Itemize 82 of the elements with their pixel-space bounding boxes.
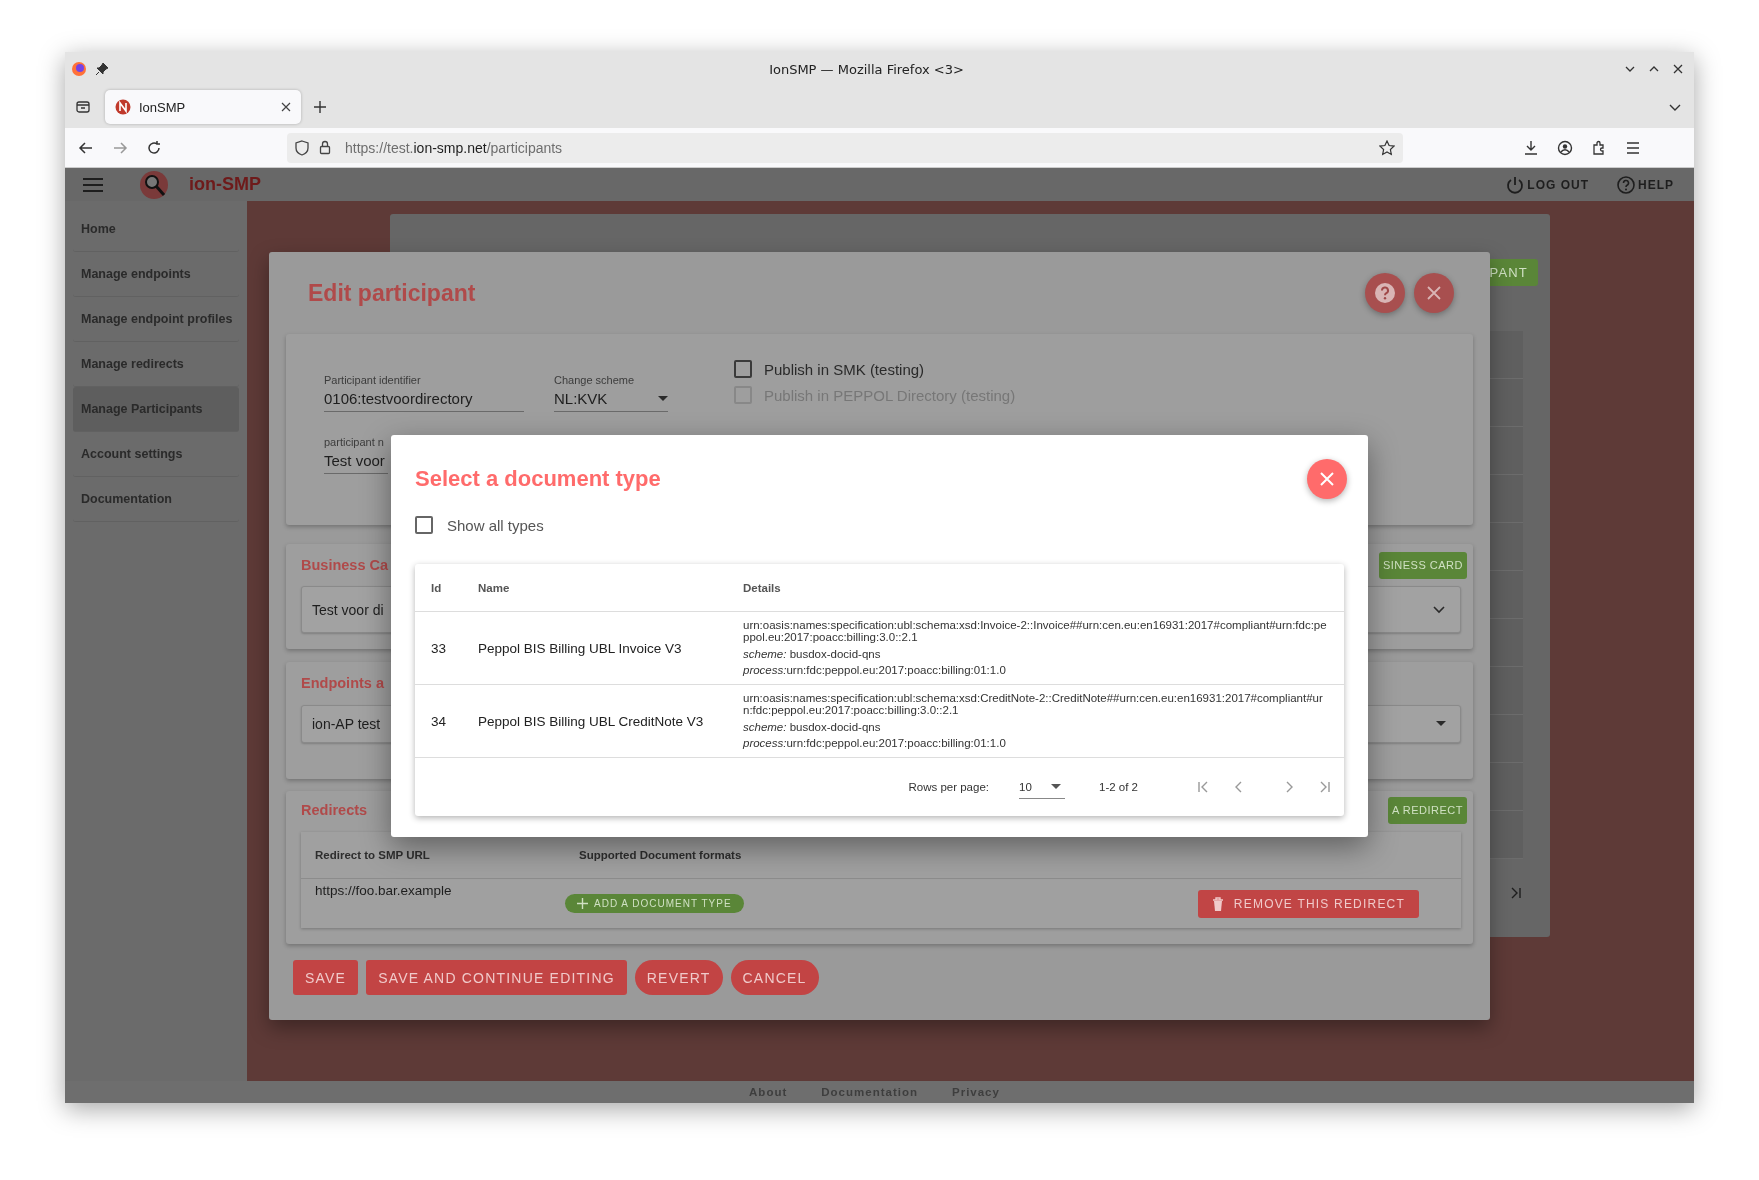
shield-icon bbox=[295, 139, 309, 156]
section-title: Endpoints a bbox=[301, 675, 384, 691]
tab-list-icon[interactable] bbox=[75, 99, 91, 115]
puzzle-icon[interactable] bbox=[1591, 139, 1607, 156]
scheme-select[interactable]: Change scheme NL:KVK bbox=[554, 374, 668, 412]
address-bar[interactable]: https://test.ion-smp.net/participants bbox=[287, 132, 1403, 163]
power-icon bbox=[1506, 175, 1525, 194]
dropdown-icon bbox=[658, 395, 668, 402]
action-button[interactable]: CANCEL bbox=[730, 960, 819, 995]
help-icon bbox=[1617, 175, 1635, 194]
detail-text: scheme: busdox-docid-qns bbox=[743, 646, 882, 662]
download-icon[interactable] bbox=[1523, 139, 1539, 156]
checkbox-option[interactable]: Publish in SMK (testing) bbox=[734, 360, 1016, 378]
back-arrow-icon[interactable] bbox=[78, 139, 94, 156]
close-icon bbox=[1319, 471, 1335, 487]
column-header: Details bbox=[743, 581, 782, 594]
plus-icon[interactable] bbox=[313, 100, 327, 114]
action-button[interactable]: SAVE AND CONTINUE EDITING bbox=[366, 960, 627, 995]
page-range: 1-2 of 2 bbox=[1099, 781, 1138, 793]
header-button[interactable]: HELP bbox=[1613, 175, 1678, 194]
close-icon[interactable] bbox=[1672, 63, 1684, 75]
detail-text: process:urn:fdc:peppol.eu:2017:poacc:billing:01:1.0 bbox=[743, 735, 1007, 751]
identifier-field[interactable]: Participant identifier 0106:testvoordirectory bbox=[324, 374, 524, 412]
app-name: ion-SMP bbox=[189, 174, 261, 195]
sidebar-item[interactable]: Documentation bbox=[73, 477, 239, 522]
add-button[interactable]: A REDIRECT bbox=[1388, 796, 1467, 824]
chevron-down-icon bbox=[1432, 604, 1446, 615]
last-page-icon[interactable] bbox=[1318, 780, 1332, 794]
dropdown-icon bbox=[1436, 721, 1446, 727]
account-icon[interactable] bbox=[1557, 139, 1573, 156]
table-cell-text: https://foo.bar.example bbox=[314, 882, 453, 898]
table-cell-text: Peppol BIS Billing UBL CreditNote V3 bbox=[478, 713, 705, 729]
column-header: Supported Document formats bbox=[579, 849, 742, 861]
help-button[interactable] bbox=[1365, 273, 1405, 313]
site-logo-icon bbox=[115, 99, 131, 115]
pin-icon[interactable] bbox=[95, 62, 109, 76]
detail-text: urn:oasis:names:specification:ubl:schema:xsd:Invoice-2::Invoice##urn:cen.eu:en16931:2017#compliant#urn:fdc:peppol.eu:2017:poacc:billing:3.0::2.1 bbox=[743, 618, 1328, 643]
sidebar-item[interactable]: Manage endpoints bbox=[73, 252, 239, 297]
column-header: Id bbox=[430, 581, 443, 594]
detail-text: process:urn:fdc:peppol.eu:2017:poacc:billing:01:1.0 bbox=[743, 662, 1007, 678]
action-button[interactable]: SAVE bbox=[293, 960, 359, 995]
close-icon bbox=[1426, 285, 1442, 301]
menu-icon[interactable] bbox=[83, 177, 103, 192]
table-cell-text: 34 bbox=[430, 713, 448, 729]
star-icon[interactable] bbox=[1379, 139, 1395, 156]
column-header: Name bbox=[478, 581, 511, 594]
name-field[interactable]: participant n Test voor bbox=[324, 436, 388, 474]
table-cell-text: Peppol BIS Billing UBL Invoice V3 bbox=[478, 640, 683, 656]
plus-icon bbox=[577, 898, 588, 909]
add-button[interactable]: SINESS CARD bbox=[1378, 551, 1467, 579]
last-page-icon[interactable] bbox=[1509, 886, 1523, 900]
close-button[interactable] bbox=[1307, 459, 1347, 499]
lock-icon bbox=[319, 140, 331, 155]
close-icon[interactable] bbox=[281, 102, 291, 112]
rows-per-page-select[interactable]: 10 bbox=[1019, 775, 1065, 799]
show-all-checkbox[interactable]: Show all types bbox=[415, 516, 544, 534]
action-button[interactable]: REVERT bbox=[634, 960, 723, 995]
remove-redirect-button[interactable]: REMOVE THIS REDIRECT bbox=[1197, 889, 1419, 918]
menu-icon[interactable] bbox=[1625, 139, 1641, 156]
sidebar-item[interactable]: Account settings bbox=[73, 432, 239, 477]
logo-icon bbox=[139, 169, 169, 200]
trash-icon bbox=[1211, 896, 1224, 911]
browser-tab[interactable]: IonSMP bbox=[105, 90, 301, 124]
sidebar-item[interactable]: Manage endpoint profiles bbox=[73, 297, 239, 342]
reload-icon[interactable] bbox=[146, 139, 162, 156]
firefox-logo-icon bbox=[71, 61, 87, 77]
first-page-icon[interactable] bbox=[1196, 780, 1210, 794]
section-title: Business Ca bbox=[301, 557, 389, 573]
sidebar-item[interactable]: Home bbox=[73, 207, 239, 252]
detail-text: scheme: busdox-docid-qns bbox=[743, 719, 882, 735]
dialog-title: Select a document type bbox=[415, 466, 661, 492]
detail-text: urn:oasis:names:specification:ubl:schema:xsd:CreditNote-2::CreditNote##urn:cen.eu:en16931:2017#compliant#urn:fdc:peppol.eu:2017:poacc:billing:3.0::2.1 bbox=[743, 691, 1324, 716]
dialog-title: Edit participant bbox=[308, 279, 476, 307]
add-document-type-button[interactable]: ADD A DOCUMENT TYPE bbox=[565, 894, 744, 913]
rows-per-page-label: Rows per page: bbox=[908, 781, 989, 793]
table-cell-text: 33 bbox=[430, 640, 448, 656]
section-title: Redirects bbox=[301, 802, 368, 818]
column-header: Redirect to SMP URL bbox=[314, 849, 431, 861]
window-title: IonSMP — Mozilla Firefox <3> bbox=[768, 61, 965, 77]
help-icon bbox=[1374, 282, 1396, 304]
forward-arrow-icon[interactable] bbox=[112, 139, 128, 156]
header-button[interactable]: LOG OUT bbox=[1502, 175, 1593, 194]
